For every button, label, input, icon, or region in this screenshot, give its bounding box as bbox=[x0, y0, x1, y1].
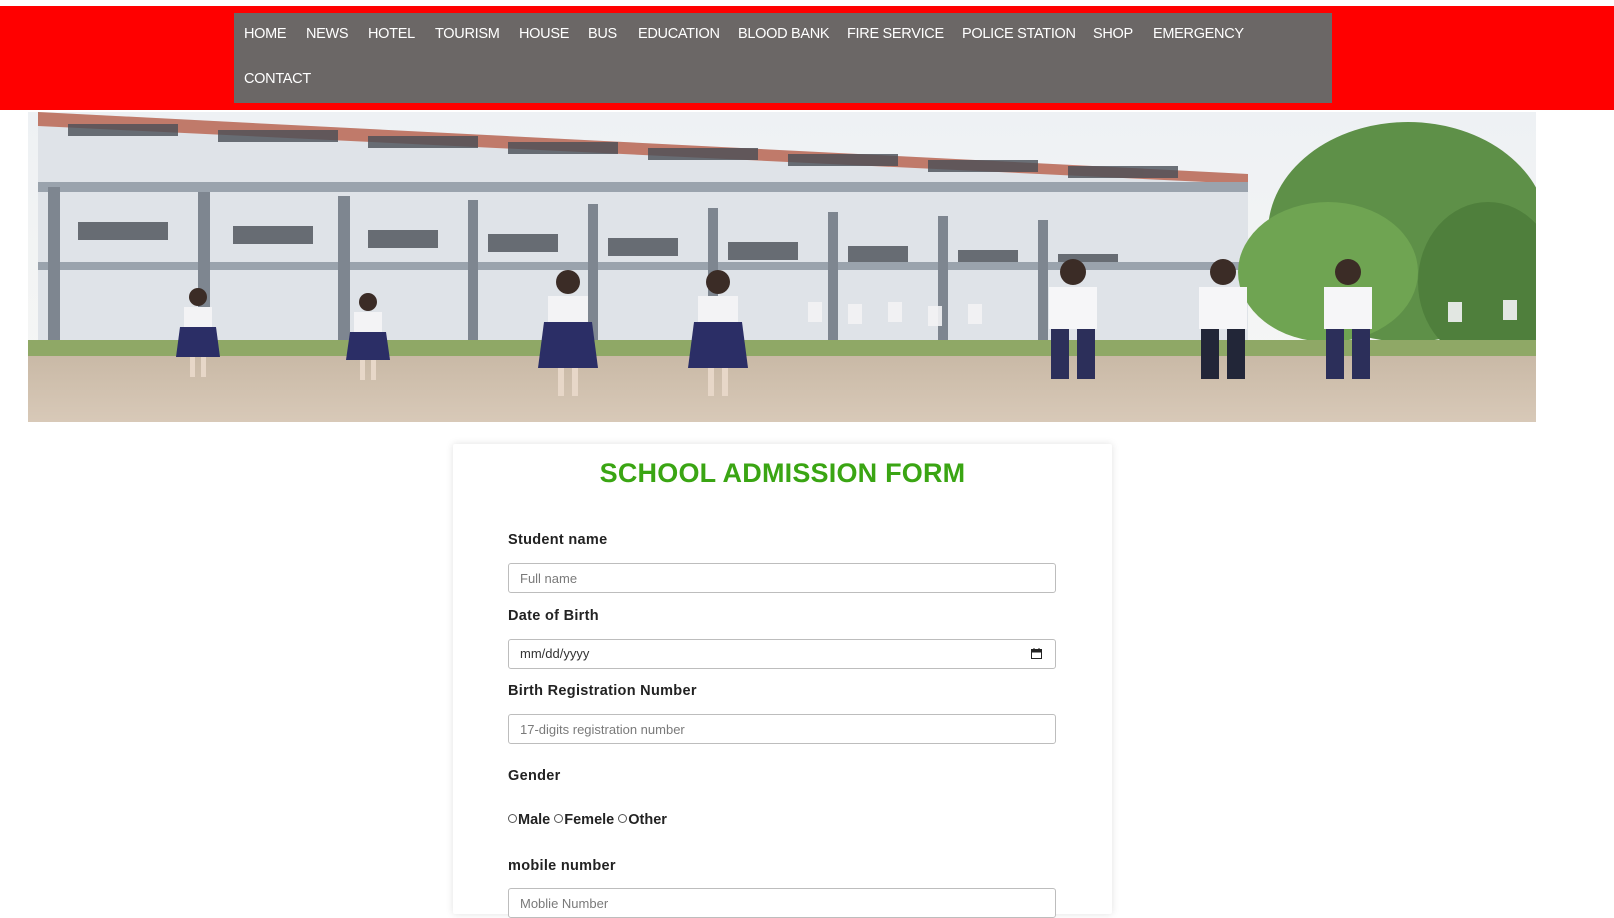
nav-item-news[interactable]: NEWS bbox=[306, 25, 349, 43]
mobile-input[interactable] bbox=[508, 888, 1056, 918]
dob-placeholder: mm/dd/yyyy bbox=[520, 646, 590, 661]
nav-item-hotel[interactable]: HOTEL bbox=[368, 25, 415, 43]
gender-option-male[interactable]: Male bbox=[508, 812, 550, 828]
dob-input[interactable] bbox=[508, 639, 1056, 669]
nav-item-police-station[interactable]: POLICE STATION bbox=[962, 25, 1076, 43]
admission-form-card bbox=[453, 444, 1112, 914]
calendar-icon[interactable] bbox=[1031, 648, 1042, 659]
student-name-label: Student name bbox=[508, 532, 608, 548]
birth-reg-label: Birth Registration Number bbox=[508, 683, 697, 699]
hero-image bbox=[28, 112, 1536, 422]
gender-option-femele[interactable]: Femele bbox=[554, 812, 614, 828]
nav-item-house[interactable]: HOUSE bbox=[519, 25, 569, 43]
other-radio[interactable] bbox=[618, 814, 628, 823]
gender-options: Male Femele Other bbox=[508, 812, 671, 828]
dob-label: Date of Birth bbox=[508, 608, 599, 624]
school-building-photo bbox=[28, 112, 1536, 422]
nav-item-home[interactable]: HOME bbox=[244, 25, 287, 43]
nav-item-tourism[interactable]: TOURISM bbox=[435, 25, 500, 43]
nav-item-education[interactable]: EDUCATION bbox=[638, 25, 720, 43]
gender-label: Gender bbox=[508, 768, 561, 784]
gender-option-other[interactable]: Other bbox=[618, 812, 667, 828]
femele-radio[interactable] bbox=[554, 814, 564, 823]
nav-item-shop[interactable]: SHOP bbox=[1093, 25, 1133, 43]
form-title: SCHOOL ADMISSION FORM bbox=[599, 458, 966, 488]
birth-reg-input[interactable] bbox=[508, 714, 1056, 744]
nav-item-bus[interactable]: BUS bbox=[588, 25, 617, 43]
main-nav: HOME NEWS HOTEL TOURISM HOUSE BUS EDUCAT… bbox=[234, 13, 1332, 103]
male-radio[interactable] bbox=[508, 814, 517, 823]
mobile-label: mobile number bbox=[508, 858, 616, 874]
nav-item-emergency[interactable]: EMERGENCY bbox=[1153, 25, 1244, 43]
other-label: Other bbox=[628, 812, 667, 828]
male-label: Male bbox=[518, 812, 551, 828]
nav-item-blood-bank[interactable]: BLOOD BANK bbox=[738, 25, 830, 43]
femele-label: Femele bbox=[564, 812, 615, 828]
nav-item-fire-service[interactable]: FIRE SERVICE bbox=[847, 25, 944, 43]
nav-item-contact[interactable]: CONTACT bbox=[244, 70, 311, 88]
student-name-input[interactable] bbox=[508, 563, 1056, 593]
